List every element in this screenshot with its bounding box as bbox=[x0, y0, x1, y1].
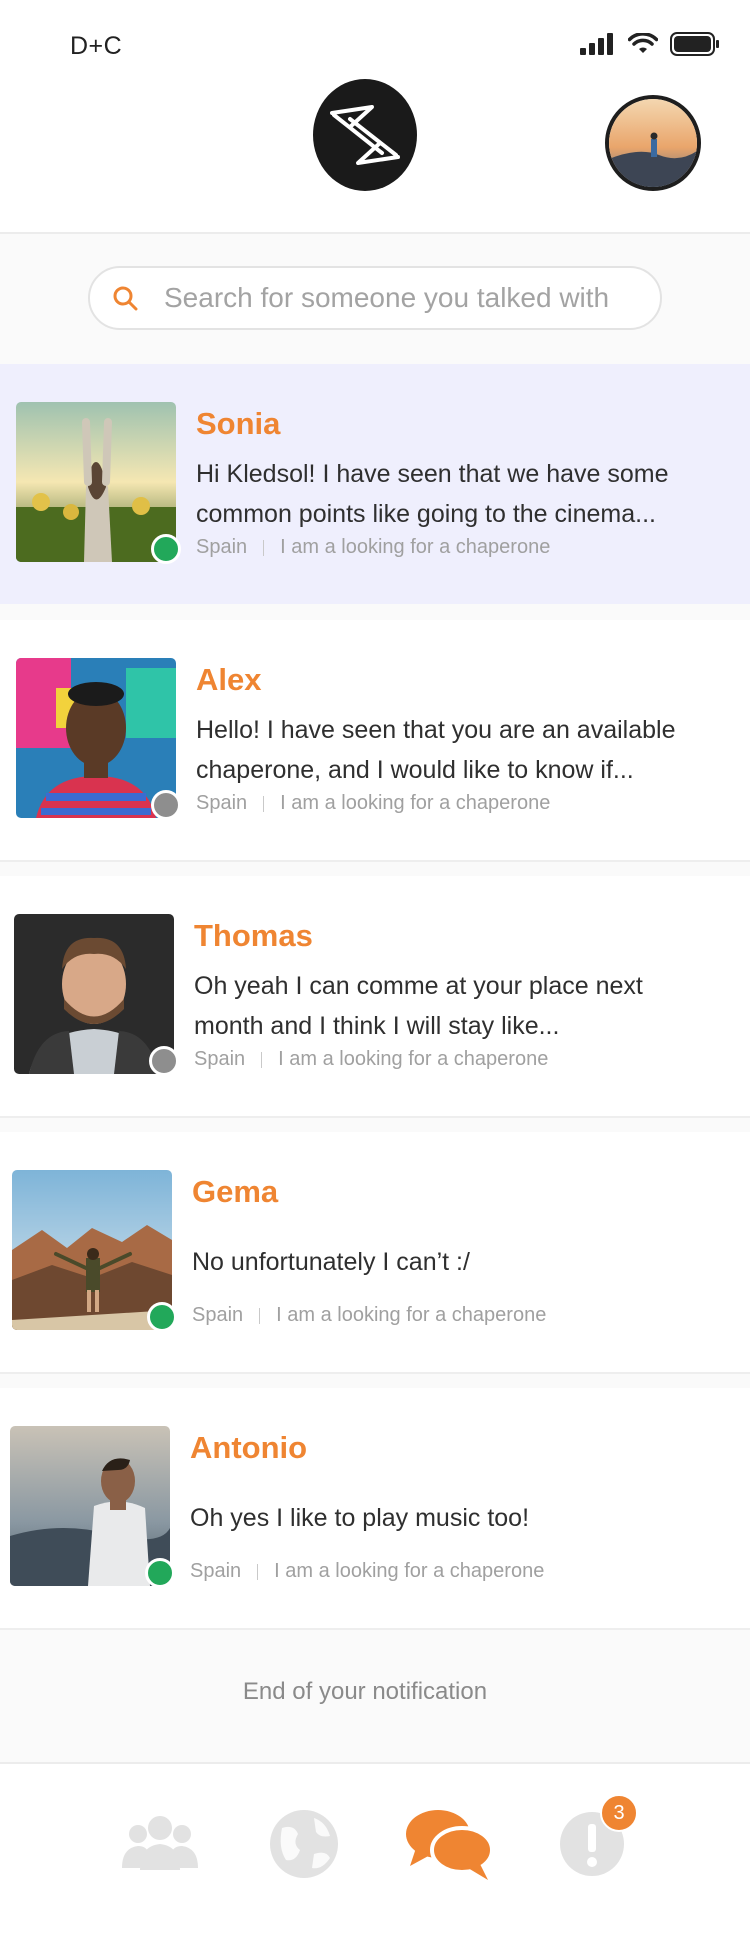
contact-meta: Spain I am a looking for a chaperone bbox=[196, 792, 550, 815]
contact-meta: Spain I am a looking for a chaperone bbox=[190, 1560, 544, 1583]
divider bbox=[263, 539, 265, 556]
bottom-nav: 3 bbox=[0, 1762, 750, 1942]
conversation-row-antonio[interactable]: Antonio Oh yes I like to play music too!… bbox=[0, 1388, 750, 1630]
avatar bbox=[12, 1170, 172, 1330]
contact-country: Spain bbox=[196, 792, 248, 814]
globe-icon[interactable] bbox=[264, 1804, 344, 1884]
contact-tag: I am a looking for a chaperone bbox=[278, 1048, 549, 1070]
contact-meta: Spain I am a looking for a chaperone bbox=[194, 1048, 548, 1071]
signal-icon bbox=[580, 33, 613, 55]
end-of-list-text: End of your notification bbox=[242, 1678, 488, 1705]
contact-name: Sonia bbox=[196, 406, 281, 441]
message-preview: Oh yeah I can comme at your place next m… bbox=[194, 972, 643, 1040]
battery-icon bbox=[670, 32, 719, 56]
avatar bbox=[16, 658, 176, 818]
app-logo[interactable] bbox=[310, 75, 420, 193]
message-preview: Hi Kledsol! I have seen that we have som… bbox=[196, 460, 669, 528]
contact-tag: I am a looking for a chaperone bbox=[276, 1304, 547, 1326]
divider bbox=[259, 1307, 261, 1324]
online-status-dot bbox=[147, 1302, 177, 1332]
online-status-dot bbox=[151, 534, 181, 564]
profile-avatar[interactable] bbox=[605, 95, 701, 191]
conversation-row-sonia[interactable]: Sonia Hi Kledsol! I have seen that we ha… bbox=[0, 364, 750, 604]
contact-name: Gema bbox=[192, 1174, 279, 1209]
chat-icon[interactable] bbox=[404, 1804, 496, 1884]
search-icon bbox=[113, 286, 138, 311]
notification-badge: 3 bbox=[600, 1794, 638, 1832]
offline-status-dot bbox=[151, 790, 181, 820]
contact-name: Alex bbox=[196, 662, 262, 697]
avatar bbox=[14, 914, 174, 1074]
message-preview: No unfortunately I can’t :/ bbox=[192, 1248, 470, 1276]
search-bar[interactable] bbox=[88, 266, 662, 330]
carrier-label: D+C bbox=[70, 32, 123, 60]
contact-name: Antonio bbox=[190, 1430, 308, 1465]
avatar bbox=[10, 1426, 170, 1586]
divider bbox=[257, 1563, 259, 1580]
app-header: D+C bbox=[0, 0, 750, 234]
contact-country: Spain bbox=[192, 1304, 244, 1326]
contact-name: Thomas bbox=[194, 918, 313, 953]
contact-country: Spain bbox=[194, 1048, 246, 1070]
divider bbox=[263, 795, 265, 812]
divider bbox=[261, 1051, 263, 1068]
contact-tag: I am a looking for a chaperone bbox=[280, 536, 551, 558]
message-preview: Hello! I have seen that you are an avail… bbox=[196, 716, 676, 784]
contact-tag: I am a looking for a chaperone bbox=[280, 792, 551, 814]
conversation-row-gema[interactable]: Gema No unfortunately I can’t :/ Spain I… bbox=[0, 1132, 750, 1374]
wifi-icon bbox=[628, 33, 658, 53]
contact-country: Spain bbox=[190, 1560, 242, 1582]
conversation-row-thomas[interactable]: Thomas Oh yeah I can comme at your place… bbox=[0, 876, 750, 1118]
contact-meta: Spain I am a looking for a chaperone bbox=[192, 1304, 546, 1327]
message-preview: Oh yes I like to play music too! bbox=[190, 1504, 530, 1532]
online-status-dot bbox=[145, 1558, 175, 1588]
contact-country: Spain bbox=[196, 536, 248, 558]
status-icons bbox=[580, 32, 720, 56]
contact-meta: Spain I am a looking for a chaperone bbox=[196, 536, 550, 559]
contact-tag: I am a looking for a chaperone bbox=[274, 1560, 545, 1582]
conversation-row-alex[interactable]: Alex Hello! I have seen that you are an … bbox=[0, 620, 750, 862]
offline-status-dot bbox=[149, 1046, 179, 1076]
search-input[interactable] bbox=[162, 281, 646, 315]
people-icon[interactable] bbox=[120, 1804, 200, 1884]
avatar bbox=[16, 402, 176, 562]
